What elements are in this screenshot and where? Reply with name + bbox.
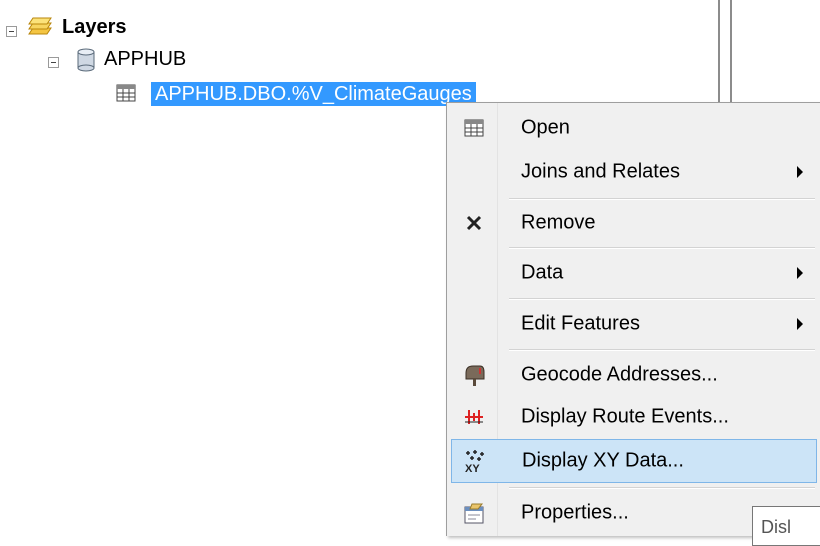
tooltip: Disl bbox=[752, 506, 820, 546]
menu-item-label: Data bbox=[521, 261, 564, 284]
menu-item-remove[interactable]: Remove bbox=[451, 201, 817, 245]
route-events-icon bbox=[461, 404, 487, 430]
menu-item-data[interactable]: Data bbox=[451, 251, 817, 295]
menu-item-open[interactable]: Open bbox=[451, 106, 817, 150]
svg-text:XY: XY bbox=[465, 463, 480, 473]
submenu-arrow-icon bbox=[797, 267, 803, 279]
menu-separator bbox=[509, 349, 815, 351]
properties-icon bbox=[461, 500, 487, 526]
panel-divider bbox=[718, 0, 720, 102]
layers-label[interactable]: Layers bbox=[62, 16, 127, 38]
menu-item-label: Display Route Events... bbox=[521, 405, 729, 428]
panel-divider bbox=[730, 0, 732, 102]
xy-data-icon: XY bbox=[462, 448, 488, 474]
menu-item-edit-features[interactable]: Edit Features bbox=[451, 302, 817, 346]
menu-separator bbox=[509, 298, 815, 300]
menu-separator bbox=[509, 487, 815, 489]
submenu-arrow-icon bbox=[797, 318, 803, 330]
remove-x-icon bbox=[461, 210, 487, 236]
menu-item-label: Edit Features bbox=[521, 312, 640, 335]
selected-table-item[interactable]: APPHUB.DBO.%V_ClimateGauges bbox=[151, 82, 476, 106]
menu-item-display-route-events[interactable]: Display Route Events... bbox=[451, 395, 817, 439]
context-menu: Open Joins and Relates Remove Data Edit … bbox=[446, 102, 820, 536]
menu-item-label: Display XY Data... bbox=[522, 449, 684, 472]
table-icon bbox=[461, 115, 487, 141]
table-icon bbox=[116, 84, 136, 102]
collapse-toggle-apphub[interactable] bbox=[48, 57, 59, 68]
menu-item-label: Joins and Relates bbox=[521, 160, 680, 183]
menu-item-joins-and-relates[interactable]: Joins and Relates bbox=[451, 150, 817, 194]
apphub-label[interactable]: APPHUB bbox=[104, 48, 186, 70]
menu-item-label: Open bbox=[521, 116, 570, 139]
menu-item-label: Geocode Addresses... bbox=[521, 363, 718, 386]
collapse-toggle-layers[interactable] bbox=[6, 26, 17, 37]
menu-item-label: Properties... bbox=[521, 501, 629, 524]
submenu-arrow-icon bbox=[797, 166, 803, 178]
mailbox-icon bbox=[461, 362, 487, 388]
menu-separator bbox=[509, 198, 815, 200]
layers-icon bbox=[25, 16, 53, 42]
menu-separator bbox=[509, 247, 815, 249]
menu-item-display-xy-data[interactable]: XY Display XY Data... bbox=[451, 439, 817, 483]
database-icon bbox=[75, 48, 97, 72]
menu-item-label: Remove bbox=[521, 211, 596, 234]
menu-item-geocode-addresses[interactable]: Geocode Addresses... bbox=[451, 353, 817, 397]
